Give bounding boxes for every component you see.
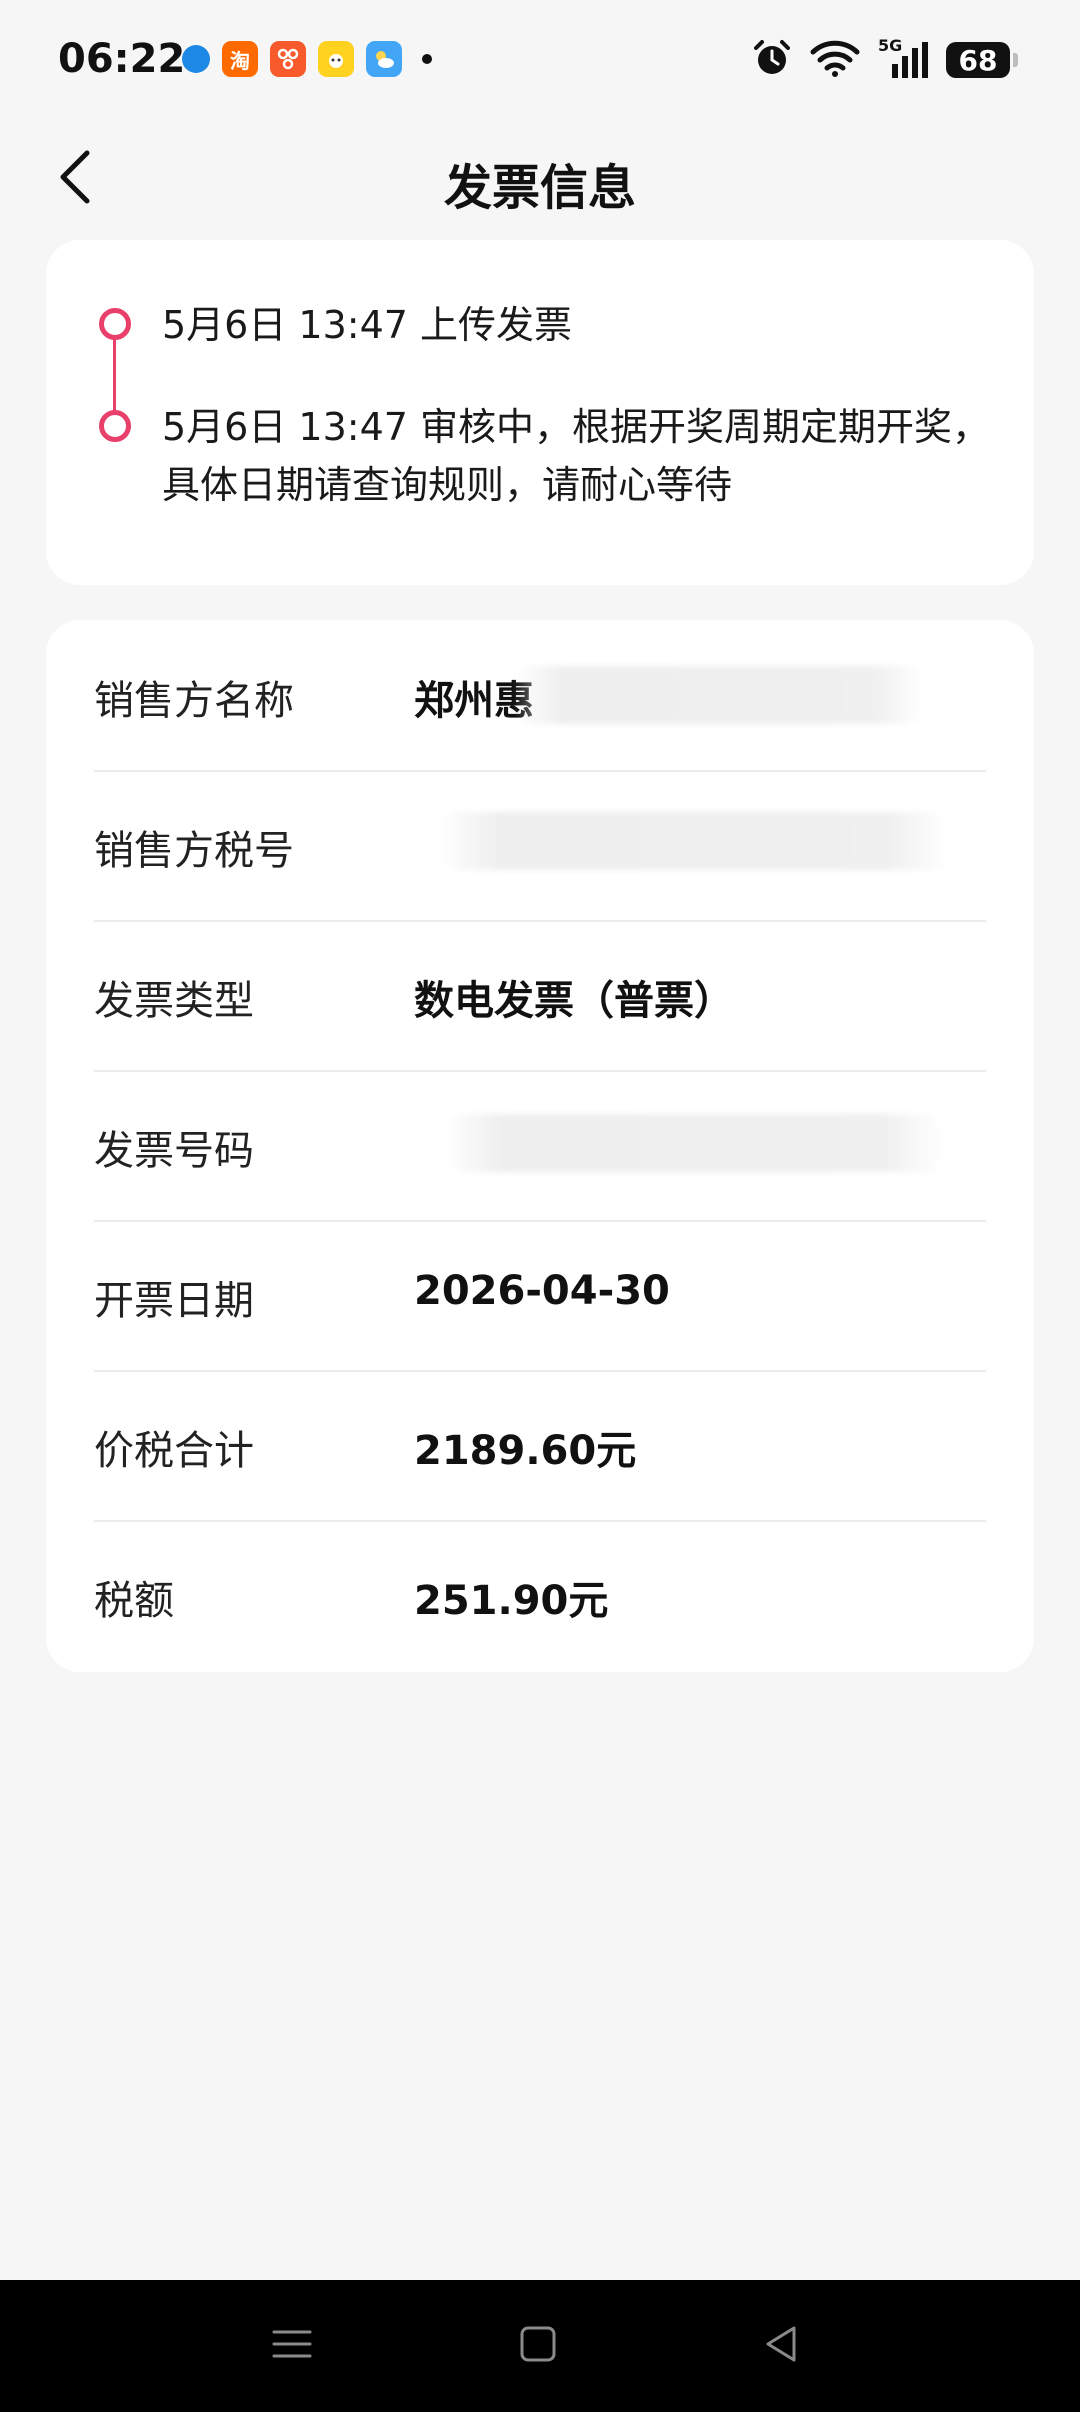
issue-date-value: 2026-04-30 [414,1268,670,1314]
battery-level: 68 [958,43,998,77]
wifi-icon [810,38,860,82]
timeline-desc: 上传发票 [420,303,573,347]
battery-indicator: 68 [946,42,1018,78]
signal-icon: 5G [878,36,928,80]
browser-app-icon [182,45,210,73]
taobao-app-icon: 淘 [222,41,258,77]
info-label: 价税合计 [94,1428,254,1474]
info-row-seller-name: 销售方名称 郑州惠 [94,620,986,772]
timeline-time: 5月6日 13:47 [162,405,408,449]
tax-amount-value: 251.90元 [414,1578,609,1624]
info-label: 发票号码 [94,1128,254,1174]
timeline-time: 5月6日 13:47 [162,303,408,347]
menu-icon [270,2322,314,2370]
info-row-invoice-type: 发票类型 数电发票（普票） [94,920,986,1072]
timeline-dot-icon [99,410,131,442]
header: 发票信息 [0,124,1080,234]
info-row-invoice-number: 发票号码 [94,1070,986,1222]
alarm-icon [752,38,792,82]
redacted-area [444,1114,944,1172]
system-icons: 5G 68 [752,36,1018,82]
info-row-seller-tax-id: 销售方税号 [94,770,986,922]
weather-app-icon [366,41,402,77]
info-row-tax-amount: 税额 251.90元 [94,1520,986,1670]
status-bar: 06:22 淘 5G 68 [0,0,1080,124]
more-notifications-dot [422,54,432,64]
total-amount-value: 2189.60元 [414,1428,637,1474]
info-label: 发票类型 [94,978,254,1024]
info-row-issue-date: 开票日期 2026-04-30 [94,1220,986,1372]
status-time: 06:22 [58,36,186,82]
home-icon [516,2322,560,2370]
redacted-area [514,666,924,724]
redacted-area [439,812,949,870]
nav-home-button[interactable] [502,2310,574,2382]
timeline-card: 5月6日 13:47 上传发票 5月6日 13:47 审核中，根据开奖周期定期开… [46,240,1034,585]
invoice-info-card: 销售方名称 郑州惠 销售方税号 发票类型 数电发票（普票） 发票号码 开票日期 … [46,620,1034,1672]
info-label: 销售方税号 [94,828,294,874]
page-title: 发票信息 [443,160,636,216]
notification-icons: 淘 [182,41,432,77]
info-label: 销售方名称 [94,678,294,724]
system-nav-bar [0,2280,1080,2412]
info-label: 开票日期 [94,1278,254,1324]
nav-menu-button[interactable] [256,2310,328,2382]
timeline-item-review: 5月6日 13:47 审核中，根据开奖周期定期开奖，具体日期请查询规则，请耐心等… [162,398,1002,514]
invoice-type-value: 数电发票（普票） [414,978,734,1024]
back-triangle-icon [760,2322,804,2370]
yellow-app-icon [318,41,354,77]
nav-back-button[interactable] [746,2310,818,2382]
info-row-total-amount: 价税合计 2189.60元 [94,1370,986,1522]
orange-app-icon [270,41,306,77]
timeline-dot-icon [99,308,131,340]
timeline-item-upload: 5月6日 13:47 上传发票 [162,296,1002,354]
info-label: 税额 [94,1578,174,1624]
